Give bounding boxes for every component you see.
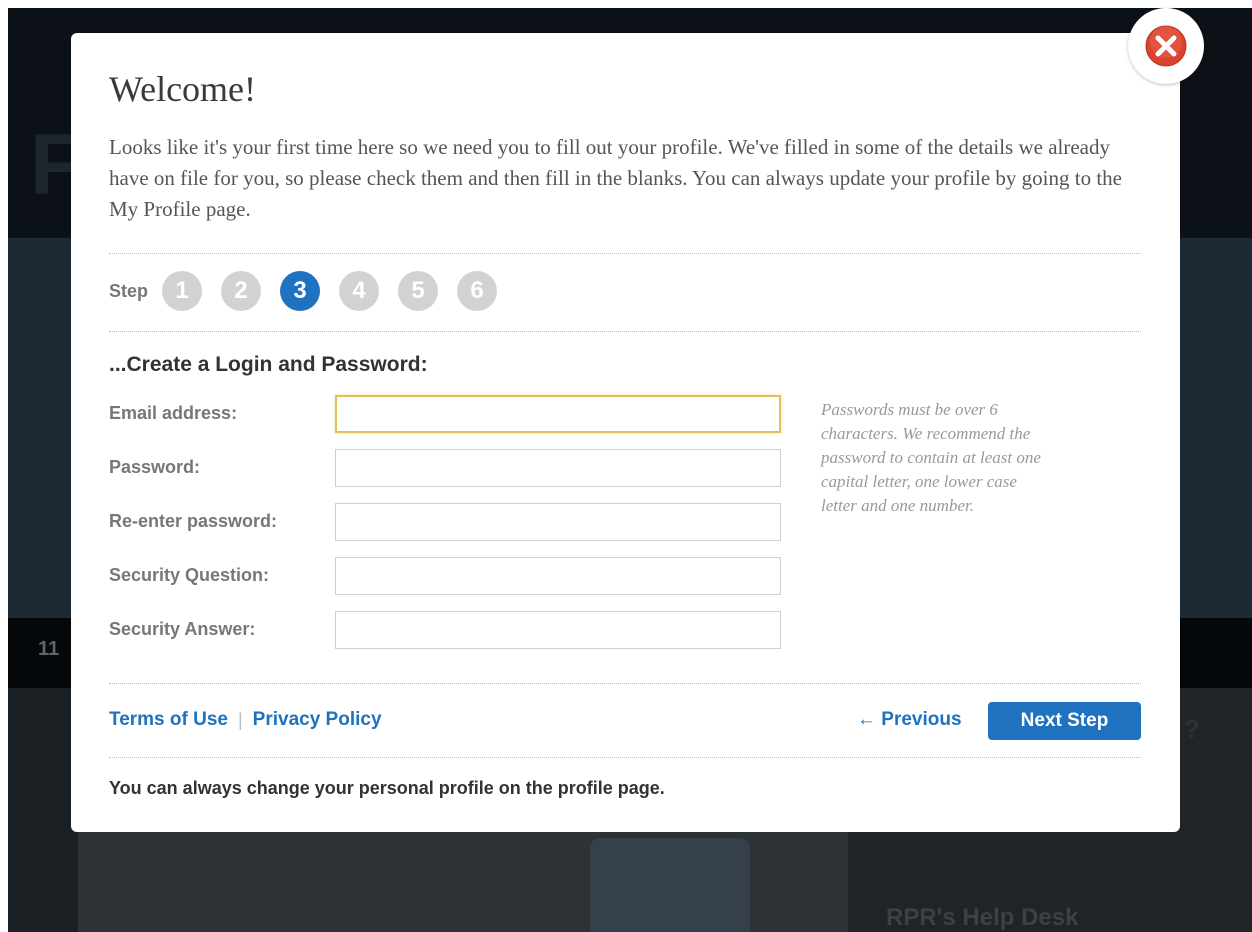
link-separator: |	[237, 709, 243, 730]
modal-intro-text: Looks like it's your first time here so …	[109, 135, 1123, 221]
step-3-current[interactable]: 3	[280, 271, 321, 311]
section-heading: ...Create a Login and Password:	[109, 353, 428, 376]
security-question-input[interactable]	[335, 557, 781, 595]
close-modal-button[interactable]	[1128, 8, 1204, 84]
terms-of-use-link[interactable]: Terms of Use	[109, 709, 228, 731]
divider	[109, 331, 1141, 332]
step-2[interactable]: 2	[221, 271, 262, 311]
backdrop-help-desk-title: RPR's Help Desk	[886, 904, 1079, 931]
close-icon	[1145, 25, 1187, 67]
footer-note: You can always change your personal prof…	[109, 778, 665, 798]
reenter-password-label: Re-enter password:	[109, 511, 278, 531]
step-6[interactable]: 6	[457, 271, 498, 311]
email-input[interactable]	[335, 395, 781, 433]
next-step-button[interactable]: Next Step	[988, 702, 1141, 740]
reenter-password-input[interactable]	[335, 503, 781, 541]
previous-step-link[interactable]: ← Previous	[857, 709, 962, 731]
step-5[interactable]: 5	[398, 271, 439, 311]
password-label: Password:	[109, 457, 201, 477]
footer-links: Terms of Use | Privacy Policy	[109, 709, 382, 731]
divider	[109, 683, 1141, 684]
divider	[109, 757, 1141, 758]
password-hint: Passwords must be over 6 characters. We …	[821, 400, 1041, 515]
password-input[interactable]	[335, 449, 781, 487]
divider	[109, 253, 1141, 254]
welcome-modal: Welcome! Looks like it's your first time…	[71, 33, 1180, 832]
security-answer-input[interactable]	[335, 611, 781, 649]
modal-title: Welcome!	[109, 69, 257, 109]
backdrop-dark-bar-text: 11	[38, 638, 60, 660]
security-question-label: Security Question:	[109, 565, 270, 585]
backdrop-question-mark: ?	[1184, 714, 1200, 744]
step-indicator: Step 1 2 3 4 5 6	[109, 271, 516, 311]
step-4[interactable]: 4	[339, 271, 380, 311]
step-label: Step	[109, 280, 149, 301]
backdrop-phone-image	[590, 838, 750, 932]
privacy-policy-link[interactable]: Privacy Policy	[253, 709, 382, 731]
email-label: Email address:	[109, 403, 238, 423]
security-answer-label: Security Answer:	[109, 619, 256, 639]
step-1[interactable]: 1	[162, 271, 203, 311]
